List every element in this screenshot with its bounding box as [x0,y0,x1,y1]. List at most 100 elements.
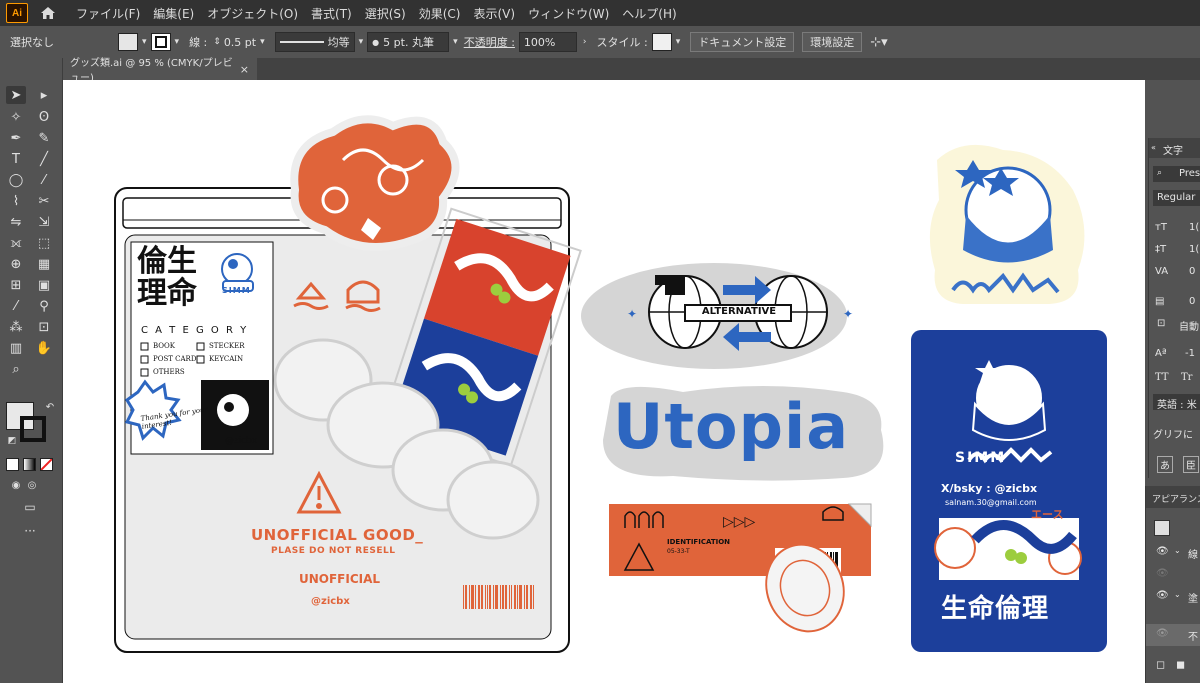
swap-colors-icon[interactable]: ↶ [40,398,60,416]
menu-select[interactable]: 選択(S) [365,5,406,22]
magic-wand-tool-icon[interactable]: ✧ [6,108,26,126]
width-tool-icon[interactable]: ⟗ [6,234,26,252]
menu-type[interactable]: 書式(T) [311,5,352,22]
ellipse-tool-icon[interactable]: ◯ [6,171,26,189]
menu-view[interactable]: 表示(V) [473,5,515,22]
fill-dropdown-icon[interactable]: ▾ [142,37,147,47]
stroke-dropdown-icon[interactable]: ▾ [175,37,180,47]
stroke-color-icon[interactable] [20,416,46,442]
brush-dropdown-icon[interactable]: ▾ [453,37,458,47]
barcode-bar [509,585,510,609]
reflect-tool-icon[interactable]: ⇋ [6,213,26,231]
mesh-tool-icon[interactable]: ⊞ [6,276,26,294]
kerning-value[interactable]: 0 [1189,266,1195,277]
eyedropper-tool-icon[interactable]: ⁄ [6,297,26,315]
glyph-b-button[interactable]: 臣 [1183,456,1199,473]
gradient-mode-icon[interactable] [23,458,36,471]
color-mode-icon[interactable] [6,458,19,471]
free-transform-tool-icon[interactable]: ⬚ [34,234,54,252]
font-size-value[interactable]: 1( [1189,222,1199,233]
new-stroke-icon[interactable]: ◻ [1156,658,1165,671]
menu-bar: Ai ファイル(F) 編集(E) オブジェクト(O) 書式(T) 選択(S) 効… [0,0,1200,26]
appearance-fill-row[interactable]: 塗 [1188,590,1198,605]
default-colors-icon[interactable]: ◩ [2,432,22,450]
style-dropdown-icon[interactable]: ▾ [676,37,681,47]
type-tool-icon[interactable]: T [6,150,26,168]
perspective-grid-tool-icon[interactable]: ▦ [34,255,54,273]
arrange-documents-icon[interactable]: ⊹▾ [870,35,887,50]
fill-swatch[interactable] [118,33,138,51]
curvature-tool-icon[interactable]: ✎ [34,129,54,147]
variable-width-profile[interactable]: 均等 [274,32,355,52]
direct-selection-tool-icon[interactable]: ▸ [34,86,54,104]
new-fill-icon[interactable]: ◼ [1176,658,1185,671]
pen-tool-icon[interactable]: ✒ [6,129,26,147]
opacity-arrow-icon[interactable]: › [583,37,587,47]
stroke-weight-field[interactable]: 0.5 pt [224,36,256,49]
artboard-tool-icon[interactable]: ⊡ [34,318,54,336]
shaper-tool-icon[interactable]: ⌇ [6,192,26,210]
zoom-tool-icon[interactable]: ⌕ [6,360,26,378]
menu-help[interactable]: ヘルプ(H) [622,5,676,22]
appearance-opacity-row[interactable]: 不 [1188,628,1198,643]
tracking-value[interactable]: 0 [1189,296,1195,307]
barcode-bar [502,585,504,609]
edit-toolbar-icon[interactable]: ··· [20,522,40,540]
stroke-swatch[interactable] [150,33,171,51]
preferences-button[interactable]: 環境設定 [802,32,863,52]
menu-edit[interactable]: 編集(E) [153,5,194,22]
baseline-value[interactable]: -1 [1185,348,1195,359]
panel-collapse-icon[interactable]: « [1151,143,1156,152]
draw-behind-icon[interactable]: ◎ [22,476,42,494]
eye-icon-opacity[interactable]: 👁 [1156,628,1169,639]
screen-mode-icon[interactable]: ▭ [20,498,40,516]
card-tag-jp: エース [1031,508,1064,521]
opacity-field[interactable]: 100% [518,32,577,52]
appearance-tab[interactable]: アピアランス [1152,492,1200,505]
home-icon[interactable] [38,4,58,22]
hand-tool-icon[interactable]: ✋ [34,339,54,357]
chevron-down-icon[interactable]: ⌄ [1174,546,1181,555]
document-setup-button[interactable]: ドキュメント設定 [690,32,795,52]
scissors-tool-icon[interactable]: ✂ [34,192,54,210]
document-tab[interactable]: グッズ類.ai @ 95 % (CMYK/プレビュー) × [62,58,257,84]
auto-value[interactable]: 自動 [1179,318,1199,333]
appearance-stroke-row[interactable]: 線 [1188,546,1198,561]
gradient-tool-icon[interactable]: ▣ [34,276,54,294]
close-tab-icon[interactable]: × [240,63,249,76]
character-tab[interactable]: 文字 [1163,142,1183,157]
menu-window[interactable]: ウィンドウ(W) [528,5,609,22]
menu-file[interactable]: ファイル(F) [76,5,140,22]
barcode-bar [495,585,498,609]
blend-tool-icon[interactable]: ⚲ [34,297,54,315]
artboard-canvas[interactable]: ✦ ✦ 倫生 理命 SIMM C A T E G O R Y BOOK STEC… [63,80,1145,683]
all-caps-button[interactable]: TT [1155,372,1169,383]
orange-mascot-sticker [290,115,460,252]
selection-tool-icon[interactable]: ➤ [6,86,26,104]
shape-builder-tool-icon[interactable]: ⊕ [6,255,26,273]
line-tool-icon[interactable]: ╱ [34,150,54,168]
opacity-label[interactable]: 不透明度 : [464,34,515,50]
eye-icon-fill[interactable]: 👁 [1156,590,1169,601]
menu-object[interactable]: オブジェクト(O) [207,5,298,22]
chevron-down-fill-icon[interactable]: ⌄ [1174,590,1181,599]
eye-icon-muted[interactable]: 👁 [1156,568,1169,579]
symbol-sprayer-tool-icon[interactable]: ⁂ [6,318,26,336]
stroke-stepper-icon[interactable]: ⇕ [213,37,221,47]
profile-dropdown-icon[interactable]: ▾ [359,37,364,47]
scale-tool-icon[interactable]: ⇲ [34,213,54,231]
font-style: Regular [1157,192,1196,203]
graphic-style-swatch[interactable] [651,33,672,51]
eye-icon[interactable]: 👁 [1156,546,1169,557]
paintbrush-tool-icon[interactable]: ⁄ [34,171,54,189]
glyph-a-button[interactable]: あ [1157,456,1173,473]
leading-value[interactable]: 1( [1189,244,1199,255]
lasso-tool-icon[interactable]: ʘ [34,108,54,126]
menu-effect[interactable]: 効果(C) [419,5,461,22]
none-mode-icon[interactable] [40,458,53,471]
graph-tool-icon[interactable]: ▥ [6,339,26,357]
small-caps-button[interactable]: Tr [1181,372,1192,383]
brush-definition[interactable]: ● 5 pt. 丸筆 [367,32,450,52]
leading-icon: ‡T [1155,244,1167,255]
stroke-weight-dropdown-icon[interactable]: ▾ [260,37,265,47]
